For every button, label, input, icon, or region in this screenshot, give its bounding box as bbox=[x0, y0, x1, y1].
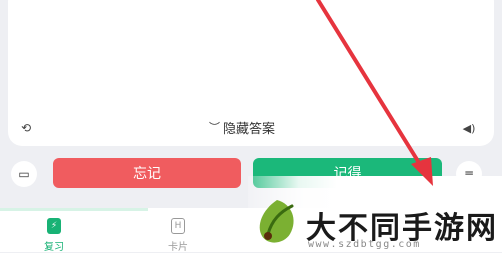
forget-button[interactable]: 忘记 bbox=[53, 158, 241, 188]
card-icon: H bbox=[171, 218, 185, 234]
active-tab-indicator bbox=[0, 208, 148, 211]
comment-button[interactable]: ▭ bbox=[11, 161, 37, 187]
tab-cards-label: 卡片 bbox=[168, 242, 188, 253]
tab-review-label: 复习 bbox=[44, 242, 64, 253]
comment-icon: ▭ bbox=[18, 167, 30, 181]
tab-review[interactable]: ⚡ 复习 bbox=[44, 218, 64, 253]
tab-cards[interactable]: H 卡片 bbox=[168, 218, 188, 253]
speaker-icon[interactable]: ◀) bbox=[461, 120, 477, 136]
lightning-icon: ⚡ bbox=[47, 218, 61, 234]
watermark: 大不同手游网 www.szdbtgg.com bbox=[248, 176, 502, 252]
eye-closed-icon: ︶ bbox=[209, 121, 220, 134]
playback-speed-icon[interactable]: ⟲ bbox=[18, 120, 34, 136]
hide-answer-toggle[interactable]: ︶ 隐藏答案 bbox=[209, 117, 275, 137]
hide-answer-label: 隐藏答案 bbox=[223, 121, 276, 137]
watermark-url: www.szdbtgg.com bbox=[308, 239, 421, 250]
watermark-logo bbox=[259, 200, 294, 243]
